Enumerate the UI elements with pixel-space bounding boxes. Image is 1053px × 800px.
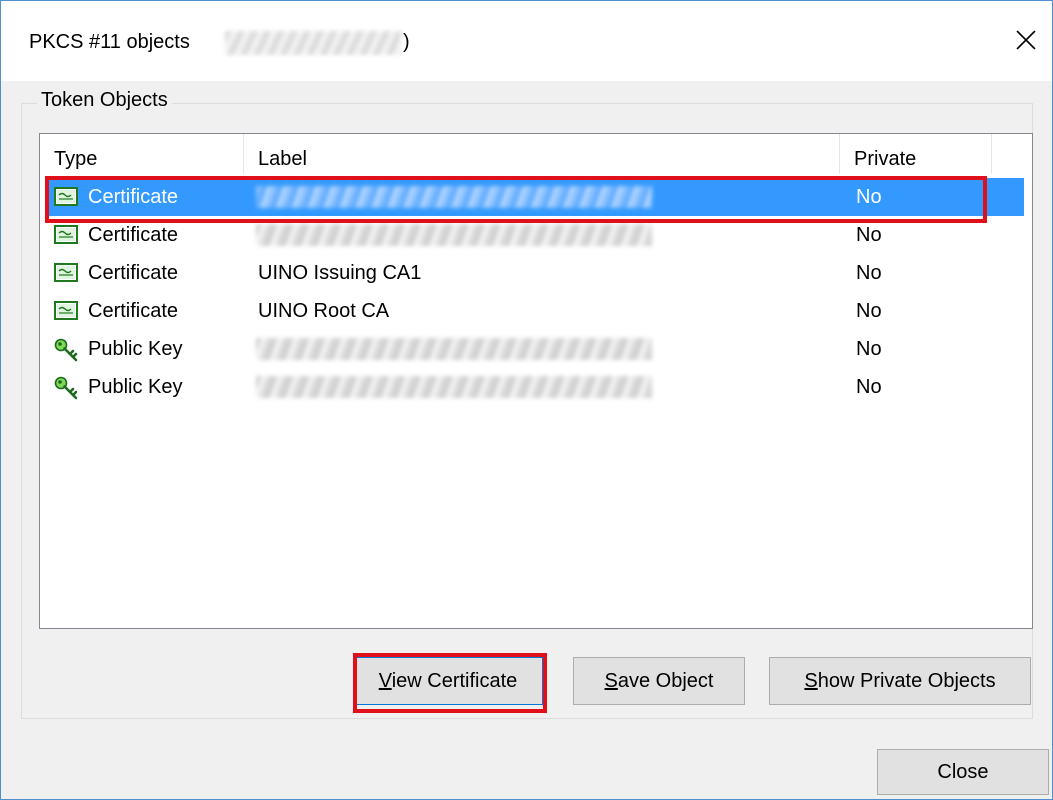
pkcs11-objects-dialog: PKCS #11 objects ) Token Objects Type La… — [0, 0, 1053, 800]
show-private-objects-access-key: S — [804, 670, 818, 692]
view-certificate-access-key: V — [378, 670, 392, 692]
save-object-label: ave Object — [617, 670, 714, 692]
close-icon[interactable] — [1011, 25, 1041, 55]
view-certificate-button[interactable]: View Certificate — [353, 657, 543, 705]
redacted-label — [256, 186, 652, 208]
table-row[interactable]: Certificate UINO Root CA No — [46, 292, 1024, 330]
table-row[interactable]: Public Key No — [46, 330, 1024, 368]
row-type: Certificate — [88, 300, 179, 322]
row-private: No — [856, 186, 882, 208]
column-header-type[interactable]: Type — [40, 134, 244, 174]
row-private: No — [856, 376, 882, 398]
title-bar: PKCS #11 objects ) — [1, 1, 1052, 81]
certificate-icon — [54, 186, 78, 208]
row-type: Certificate — [88, 262, 179, 284]
key-icon — [54, 376, 78, 400]
redacted-label — [256, 224, 652, 246]
redacted-label — [256, 376, 652, 398]
table-row[interactable]: Certificate No — [46, 216, 1024, 254]
show-private-objects-label: how Private Objects — [817, 670, 996, 692]
row-label: UINO Issuing CA1 — [258, 262, 422, 284]
view-certificate-label: iew Certificate — [391, 670, 518, 692]
certificate-icon — [54, 224, 78, 246]
token-objects-legend: Token Objects — [37, 89, 172, 112]
token-objects-list[interactable]: Type Label Private Certificate No Certif… — [39, 133, 1033, 629]
certificate-icon — [54, 300, 78, 322]
list-header: Type Label Private — [40, 134, 1032, 174]
row-private: No — [856, 224, 882, 246]
row-type: Certificate — [88, 224, 179, 246]
row-type: Public Key — [88, 376, 183, 398]
row-private: No — [856, 262, 882, 284]
save-object-access-key: S — [604, 670, 618, 692]
column-header-label[interactable]: Label — [244, 134, 840, 174]
row-private: No — [856, 300, 882, 322]
table-row[interactable]: Certificate No — [46, 178, 1024, 216]
row-type: Public Key — [88, 338, 183, 360]
table-row[interactable]: Certificate UINO Issuing CA1 No — [46, 254, 1024, 292]
dialog-title-suffix: ) — [403, 31, 410, 53]
row-private: No — [856, 338, 882, 360]
save-object-button[interactable]: Save Object — [573, 657, 745, 705]
row-type: Certificate — [88, 186, 179, 208]
key-icon — [54, 338, 78, 362]
dialog-title: PKCS #11 objects — [29, 31, 190, 53]
redacted-title-token — [225, 31, 401, 55]
table-row[interactable]: Public Key No — [46, 368, 1024, 406]
column-header-private[interactable]: Private — [840, 134, 992, 174]
show-private-objects-button[interactable]: Show Private Objects — [769, 657, 1031, 705]
certificate-icon — [54, 262, 78, 284]
row-label: UINO Root CA — [258, 300, 390, 322]
redacted-label — [256, 338, 652, 360]
close-button[interactable]: Close — [877, 749, 1049, 795]
